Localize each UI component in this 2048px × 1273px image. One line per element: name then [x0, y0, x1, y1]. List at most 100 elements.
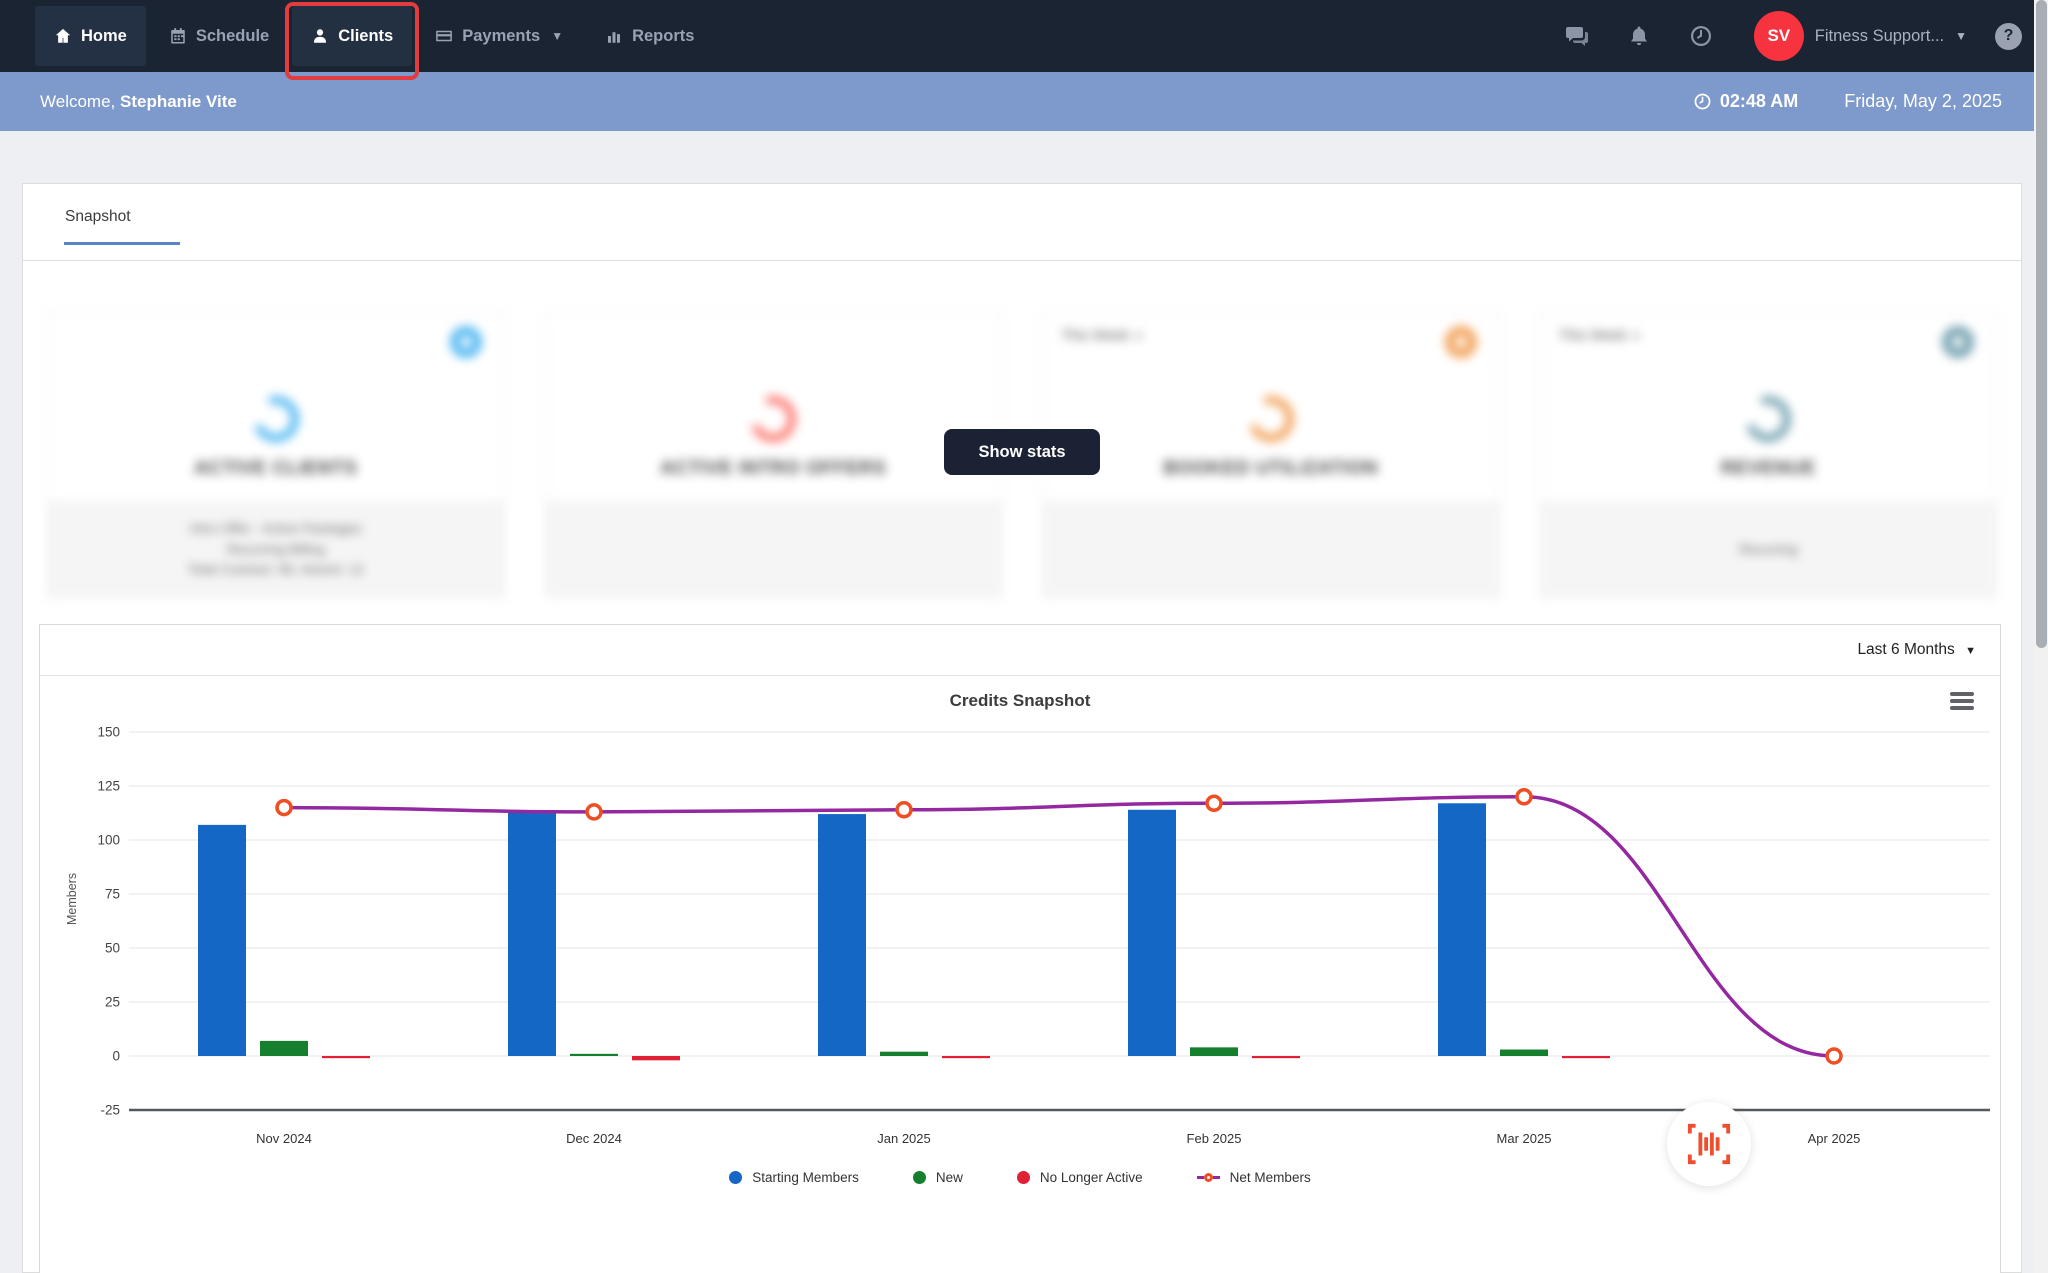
nav-item-reports[interactable]: Reports	[586, 6, 713, 66]
chart-card-header: Last 6 Months ▼	[40, 625, 2000, 676]
stat-card-active-clients: ACTIVE CLIENTS Intro Offer - Active Pack…	[47, 311, 505, 598]
dashboard-panel: Snapshot ACTIVE CLIENTS Intro Offer - Ac…	[22, 183, 2022, 1273]
svg-text:Jan 2025: Jan 2025	[877, 1131, 931, 1146]
notifications-button[interactable]	[1608, 24, 1670, 48]
help-button[interactable]: ?	[1995, 22, 2022, 50]
stat-card-title: REVENUE	[1720, 458, 1816, 479]
caret-down-icon: ▼	[1630, 331, 1642, 343]
legend-item-new[interactable]: New	[912, 1170, 963, 1185]
nav-item-home[interactable]: Home	[35, 6, 146, 66]
svg-text:Apr 2025: Apr 2025	[1808, 1131, 1861, 1146]
svg-text:75: 75	[105, 887, 120, 902]
stat-card-footer: Intro Offer - Active Packages Recurring …	[48, 502, 504, 597]
period-select[interactable]: This Week ▼	[1559, 328, 1642, 344]
footer-line: Recurring Billing	[226, 541, 325, 557]
stat-card-title: BOOKED UTILIZATION	[1163, 458, 1378, 479]
barcode-scan-icon	[1687, 1123, 1731, 1165]
caret-down-icon: ▼	[1133, 331, 1145, 343]
clock-icon	[1690, 26, 1711, 46]
svg-text:125: 125	[97, 779, 120, 794]
stat-card-revenue: This Week ▼ REVENUE Recurring	[1539, 311, 1997, 598]
current-date: Friday, May 2, 2025	[1844, 91, 2002, 111]
loading-spinner	[1667, 1102, 1751, 1186]
stat-card-footer: Recurring	[1540, 502, 1996, 597]
main-nav: Home Schedule Clients Payments ▼ Reports	[33, 0, 715, 80]
svg-text:100: 100	[97, 833, 120, 848]
nav-item-label: Schedule	[195, 26, 270, 45]
footer-line: Recurring	[1738, 541, 1798, 557]
footer-line: Intro Offer - Active Packages	[189, 520, 362, 536]
scrollbar-thumb[interactable]	[2035, 0, 2047, 648]
stat-card-active-intro-offers: ACTIVE INTRO OFFERS	[544, 311, 1002, 598]
welcome-message: Welcome, Stephanie Vite	[40, 92, 237, 112]
nav-item-label: Clients	[338, 26, 394, 45]
stat-card-title: ACTIVE CLIENTS	[194, 458, 358, 479]
welcome-greeting: Welcome,	[40, 91, 116, 111]
bell-icon	[1630, 26, 1647, 46]
legend-item-no-longer-active[interactable]: No Longer Active	[1016, 1170, 1143, 1185]
svg-text:Feb 2025: Feb 2025	[1187, 1131, 1242, 1146]
welcome-user-name: Stephanie Vite	[120, 91, 237, 111]
legend-label: Net Members	[1229, 1170, 1311, 1185]
svg-text:25: 25	[105, 995, 120, 1010]
credits-snapshot-card: Last 6 Months ▼ Credits Snapshot 150 125 1…	[39, 624, 2001, 1273]
period-select-value: This Week	[1558, 328, 1627, 344]
nav-utilities: SV Fitness Support... ▼ ?	[1546, 0, 2022, 72]
legend-dot-icon	[1016, 1171, 1030, 1184]
clock-icon	[1694, 93, 1711, 110]
stat-card-title: ACTIVE INTRO OFFERS	[660, 458, 887, 479]
chart-menu-icon[interactable]	[1950, 692, 1974, 713]
caret-down-icon: ▼	[1965, 645, 1976, 657]
current-time: 02:48 AM	[1693, 91, 1798, 112]
loading-spinner-icon	[1240, 388, 1302, 450]
nav-item-label: Reports	[632, 26, 695, 45]
stat-cards-section: ACTIVE CLIENTS Intro Offer - Active Pack…	[47, 311, 1997, 601]
card-corner-icon	[1444, 326, 1477, 358]
nav-item-label: Home	[81, 26, 127, 45]
bar-chart-icon	[608, 32, 621, 43]
chat-icon	[1565, 27, 1588, 46]
loading-spinner-icon	[245, 388, 307, 450]
date-range-value: Last 6 Months	[1857, 641, 1955, 658]
legend-label: Starting Members	[752, 1170, 859, 1185]
footer-line: Total Contract: 96, Alumni: 12	[187, 562, 364, 578]
loading-spinner-icon	[1737, 388, 1799, 450]
nav-item-clients[interactable]: Clients	[285, 2, 420, 80]
credit-card-icon	[436, 30, 453, 42]
svg-text:0: 0	[112, 1049, 120, 1064]
svg-text:-25: -25	[100, 1103, 120, 1118]
scrollbar[interactable]	[2034, 0, 2048, 1273]
time-text: 02:48 AM	[1719, 91, 1799, 111]
svg-text:Mar 2025: Mar 2025	[1497, 1131, 1552, 1146]
stat-card-footer	[545, 502, 1001, 597]
legend-line-marker-icon	[1196, 1173, 1220, 1182]
date-range-select[interactable]: Last 6 Months ▼	[1857, 641, 1976, 659]
credits-snapshot-chart: 150 125 100 75 50 25 0 -25 Members Nov 2024 Dec 20…	[65, 725, 1990, 1146]
card-corner-icon	[1942, 326, 1974, 358]
nav-item-schedule[interactable]: Schedule	[150, 6, 288, 66]
legend-label: New	[935, 1170, 963, 1185]
svg-text:Members: Members	[65, 873, 79, 925]
person-icon	[314, 29, 327, 43]
account-name: Fitness Support...	[1814, 26, 1945, 45]
chart-body: Credits Snapshot 150 125 100 75 50 25 0 -25 Memb…	[40, 676, 2000, 1186]
legend-item-starting-members[interactable]: Starting Members	[729, 1170, 859, 1185]
svg-text:Nov 2024: Nov 2024	[256, 1131, 312, 1146]
history-button[interactable]	[1670, 24, 1732, 48]
legend-item-net-members[interactable]: Net Members	[1196, 1170, 1311, 1185]
nav-item-payments[interactable]: Payments ▼	[416, 6, 582, 66]
messages-button[interactable]	[1546, 24, 1608, 48]
stat-card-footer	[1043, 502, 1499, 597]
calendar-icon	[171, 28, 185, 44]
account-menu[interactable]: SV Fitness Support... ▼	[1753, 11, 1967, 61]
caret-down-icon: ▼	[1955, 29, 1967, 43]
welcome-bar: Welcome, Stephanie Vite 02:48 AM Friday,…	[0, 72, 2048, 131]
svg-text:Dec 2024: Dec 2024	[566, 1131, 622, 1146]
top-navigation: Home Schedule Clients Payments ▼ Reports	[0, 0, 2048, 80]
tab-snapshot[interactable]: Snapshot	[64, 208, 180, 245]
legend-dot-icon	[912, 1171, 926, 1184]
home-icon	[55, 28, 71, 43]
period-select[interactable]: This Week ▼	[1061, 328, 1144, 344]
avatar: SV	[1753, 11, 1804, 61]
show-stats-button[interactable]: Show stats	[944, 429, 1100, 475]
